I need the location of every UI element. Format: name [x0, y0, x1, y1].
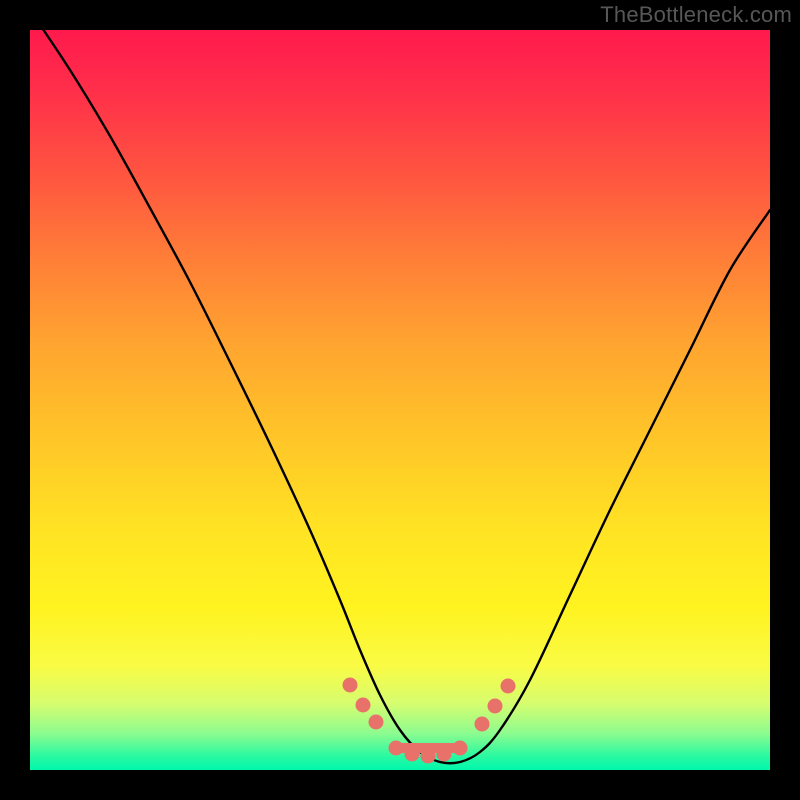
chart-svg: [30, 30, 770, 770]
flat-dot-4: [437, 747, 452, 762]
plot-area: [30, 30, 770, 770]
right-dot-1: [475, 717, 490, 732]
flat-dot-2: [405, 747, 420, 762]
watermark-text: TheBottleneck.com: [600, 2, 792, 28]
right-dot-2: [488, 699, 503, 714]
flat-dot-3: [421, 749, 436, 764]
flat-dot-1: [389, 741, 404, 756]
left-dot-1: [343, 678, 358, 693]
marker-group: [343, 678, 516, 764]
flat-dot-5: [453, 741, 468, 756]
right-dot-3: [501, 679, 516, 694]
left-dot-3: [369, 715, 384, 730]
outer-frame: TheBottleneck.com: [0, 0, 800, 800]
left-dot-2: [356, 698, 371, 713]
bottleneck-curve: [30, 30, 770, 763]
